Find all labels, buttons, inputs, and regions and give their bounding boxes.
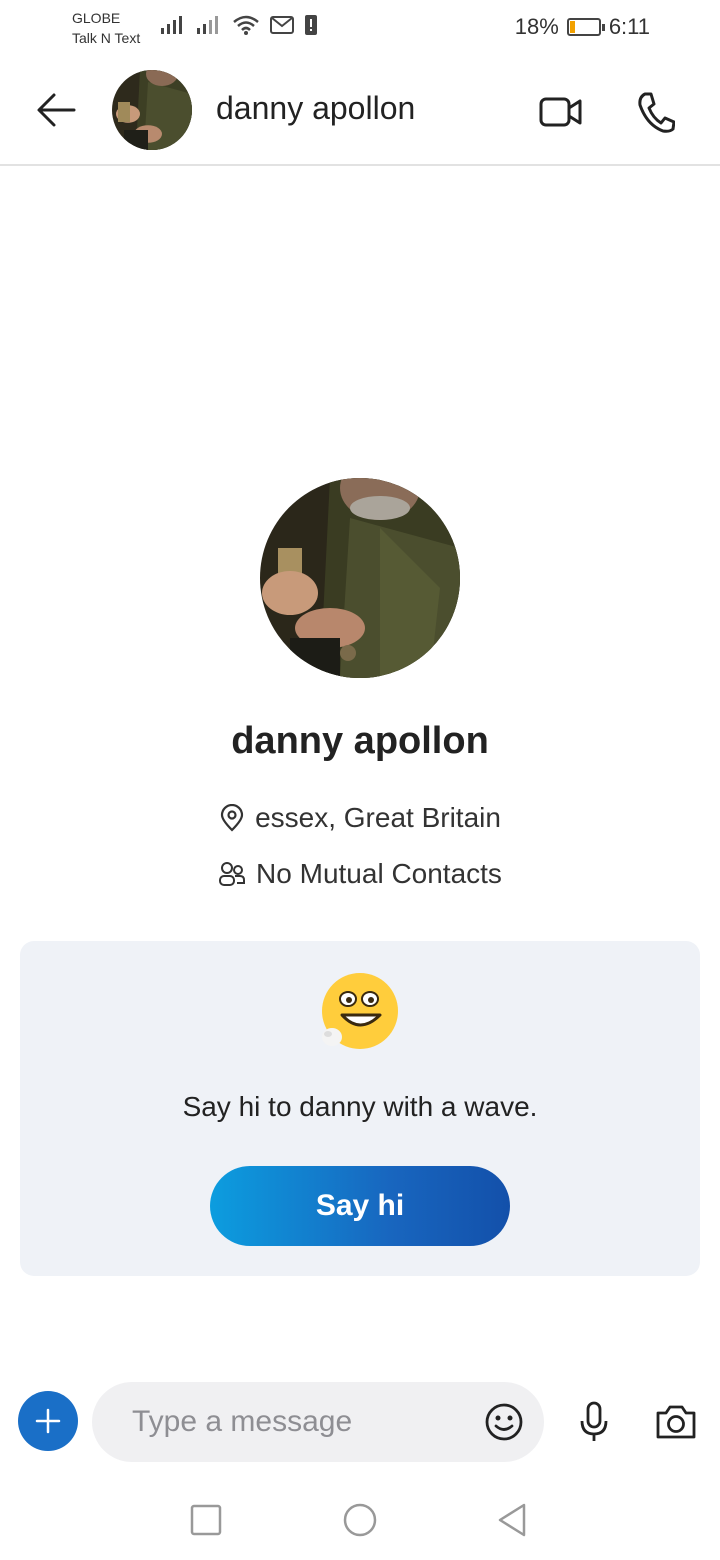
signal-icon-2 [197,16,218,34]
battery-icon [566,18,605,36]
location-text: essex, Great Britain [255,802,501,833]
video-camera-icon [539,97,582,127]
camera-button[interactable] [652,1398,700,1446]
signal-icon [161,16,182,34]
people-icon [219,862,246,886]
location-row: essex, Great Britain [0,802,720,834]
carrier-line2: Talk N Text [72,30,141,46]
camera-icon [656,1405,696,1439]
contact-avatar[interactable] [112,70,192,150]
notification-icon [305,15,317,35]
message-input[interactable] [132,1402,462,1442]
arrow-left-icon [37,93,76,127]
battery-level [569,21,576,33]
phone-icon [638,92,675,133]
header-contact-name[interactable]: danny apollon [216,90,415,127]
profile-avatar[interactable] [260,478,460,678]
circle-icon [343,1503,377,1537]
video-call-button[interactable] [535,86,587,138]
status-bar: GLOBE Talk N Text 18% 6:11 [0,0,720,56]
status-right: 18% 6:11 [515,14,650,40]
audio-call-button[interactable] [630,86,682,138]
gmail-icon [270,16,294,34]
smiley-icon [485,1403,523,1441]
nav-recents-button[interactable] [186,1500,226,1540]
wave-card: Say hi to danny with a wave. Say hi [20,941,700,1276]
wifi-icon [233,15,259,35]
microphone-icon [580,1401,608,1441]
mutual-contacts-row: No Mutual Contacts [0,858,720,890]
message-box [92,1382,544,1462]
emoji-button[interactable] [482,1400,526,1444]
say-hi-button[interactable]: Say hi [210,1166,510,1246]
battery-percent: 18% [514,14,559,39]
carrier-label: GLOBE Talk N Text [72,8,140,48]
nav-home-button[interactable] [340,1500,380,1540]
add-attachment-button[interactable] [18,1391,78,1451]
wave-emoji [320,971,400,1051]
waving-smiley-icon [322,973,398,1049]
back-button[interactable] [30,84,82,136]
profile-photo [260,478,460,678]
chat-header: danny apollon [0,56,720,166]
plus-icon [35,1408,61,1434]
microphone-button[interactable] [570,1398,618,1446]
profile-name: danny apollon [231,720,489,762]
nav-back-button[interactable] [492,1500,532,1540]
carrier-line1: GLOBE [72,10,121,26]
avatar-photo [112,70,192,150]
mutual-contacts-text: No Mutual Contacts [256,858,502,889]
system-nav-bar [0,1480,720,1560]
wave-message: Say hi to danny with a wave. [182,1091,538,1122]
location-pin-icon [220,804,244,832]
triangle-back-icon [498,1503,526,1537]
status-icons [160,14,318,36]
clock: 6:11 [608,14,650,39]
square-icon [190,1504,222,1536]
